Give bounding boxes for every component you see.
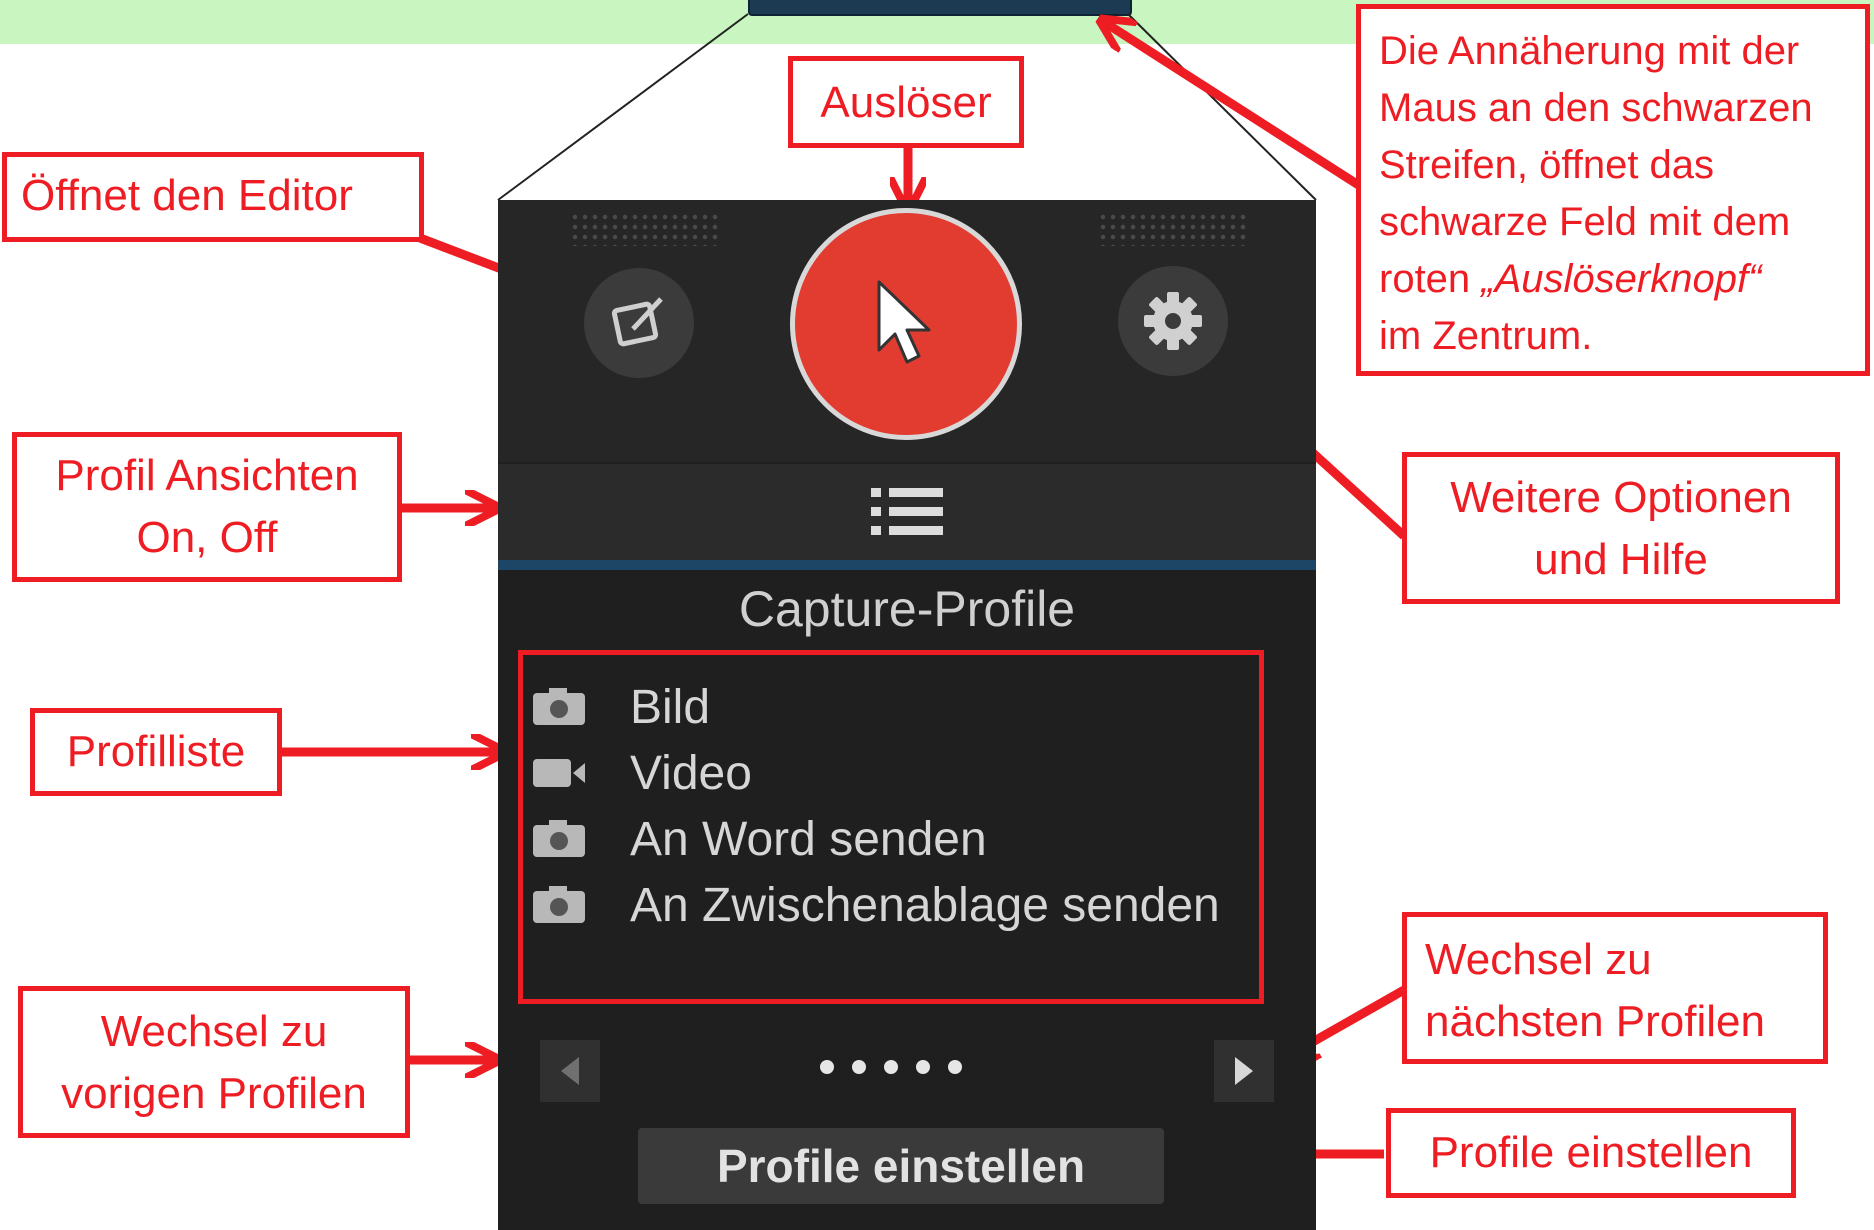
capture-top-area [498, 200, 1316, 462]
settings-button[interactable] [1118, 266, 1228, 376]
camera-icon [528, 685, 590, 729]
setup-profiles-button[interactable]: Profile einstellen [638, 1128, 1164, 1204]
camera-icon [528, 883, 590, 927]
gear-icon [1144, 292, 1202, 350]
callout-line: vorigen Profilen [61, 1069, 367, 1118]
cursor-icon [877, 280, 931, 364]
callout-setup: Profile einstellen [1386, 1108, 1796, 1198]
callout-line: roten „Auslöserknopf“ [1379, 251, 1847, 308]
panel-separator [498, 560, 1316, 570]
arrow-hover-strip [1104, 22, 1363, 190]
callout-view-toggle: Profil Ansichten On, Off [12, 432, 402, 582]
profile-item-video[interactable]: Video [528, 743, 752, 803]
profile-item-clipboard[interactable]: An Zwischenablage senden [528, 875, 1220, 935]
camera-icon [528, 817, 590, 861]
next-profiles-button[interactable] [1214, 1040, 1274, 1102]
callout-line: Maus an den schwarzen [1379, 86, 1813, 130]
chevron-right-icon [1235, 1057, 1253, 1085]
list-icon [871, 488, 943, 535]
page-dot [948, 1060, 962, 1074]
zoom-guide-left [497, 13, 749, 201]
callout-line: Die Annäherung mit der [1379, 29, 1800, 73]
callout-line: Wechsel zu [1425, 935, 1652, 984]
callout-options: Weitere Optionen und Hilfe [1402, 452, 1840, 604]
profile-view-toggle[interactable] [498, 464, 1316, 562]
capture-trigger-button[interactable] [790, 208, 1022, 440]
video-icon [528, 751, 590, 795]
page-dot [852, 1060, 866, 1074]
capture-toolbar-panel: Capture-Profile Bild Video An Word sende… [498, 200, 1316, 1230]
callout-hover-strip: Die Annäherung mit der Maus an den schwa… [1356, 4, 1870, 376]
chevron-left-icon [561, 1057, 579, 1085]
callout-line: Streifen, öffnet das [1379, 143, 1715, 187]
callout-line: schwarze Feld mit dem [1379, 200, 1791, 244]
grip-dots-right [1098, 212, 1248, 246]
callout-line: Weitere Optionen [1450, 473, 1792, 522]
profile-item-word[interactable]: An Word senden [528, 809, 987, 869]
profile-item-label: An Zwischenablage senden [630, 878, 1220, 932]
callout-line: On, Off [136, 513, 278, 562]
page-dot [884, 1060, 898, 1074]
page-indicator [820, 1060, 962, 1074]
callout-editor: Öffnet den Editor [2, 152, 424, 242]
callout-line: und Hilfe [1534, 535, 1708, 584]
callout-emphasis: „Auslöserknopf“ [1481, 257, 1762, 301]
callout-profile-list: Profilliste [30, 708, 282, 796]
page-dot [820, 1060, 834, 1074]
callout-line: im Zentrum. [1379, 314, 1593, 358]
edit-icon [611, 297, 663, 347]
callout-line: Wechsel zu [100, 1007, 328, 1056]
grip-dots-left [570, 212, 720, 246]
callout-next-profiles: Wechsel zu nächsten Profilen [1402, 912, 1828, 1064]
profile-item-label: Video [630, 746, 752, 800]
callout-trigger: Auslöser [788, 56, 1024, 148]
callout-line: nächsten Profilen [1425, 997, 1765, 1046]
zoom-guide-right [1127, 13, 1317, 201]
callout-line: Profil Ansichten [55, 451, 359, 500]
callout-text: roten [1379, 257, 1482, 301]
previous-profiles-button[interactable] [540, 1040, 600, 1102]
profile-item-bild[interactable]: Bild [528, 677, 710, 737]
profile-item-label: An Word senden [630, 812, 987, 866]
profile-list: Bild Video An Word senden An Zwischenabl… [518, 650, 1264, 1004]
editor-button[interactable] [584, 268, 694, 378]
profile-item-label: Bild [630, 680, 711, 734]
page-dot [916, 1060, 930, 1074]
profiles-title: Capture-Profile [738, 581, 1076, 637]
callout-previous-profiles: Wechsel zu vorigen Profilen [18, 986, 410, 1138]
